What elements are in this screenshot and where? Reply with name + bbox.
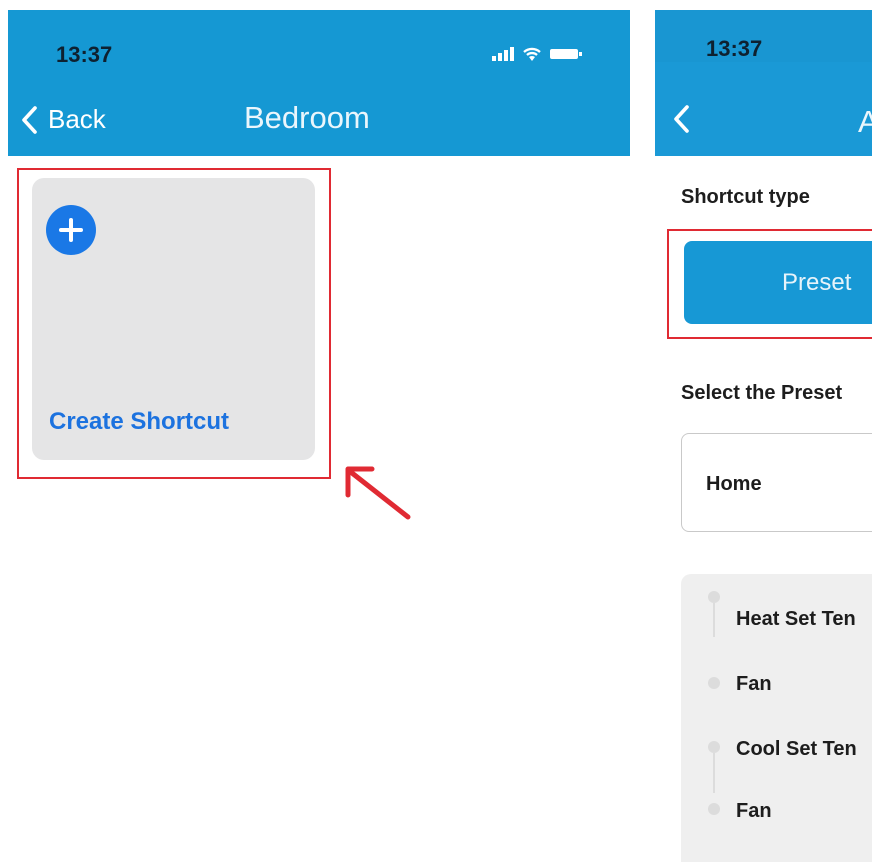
preset-select-value: Home bbox=[706, 473, 762, 495]
timeline-connector bbox=[713, 753, 715, 793]
signal-icon bbox=[492, 47, 514, 61]
back-label: Back bbox=[48, 104, 106, 134]
chevron-left-icon bbox=[674, 105, 689, 133]
right-status-bar bbox=[655, 10, 872, 62]
page-title: A bbox=[858, 104, 872, 139]
page-title: Bedroom bbox=[244, 100, 370, 135]
shortcut-type-label: Shortcut type bbox=[681, 186, 810, 208]
select-preset-label: Select the Preset bbox=[681, 382, 843, 404]
wifi-icon bbox=[523, 47, 541, 61]
highlight-box bbox=[667, 229, 872, 339]
timeline-dot bbox=[708, 677, 720, 689]
timeline-connector bbox=[713, 603, 715, 637]
preset-item: Fan bbox=[736, 800, 772, 822]
status-icons bbox=[492, 46, 582, 62]
preset-item: Fan bbox=[736, 673, 772, 695]
status-time: 13:37 bbox=[706, 36, 763, 61]
battery-icon bbox=[550, 49, 582, 59]
timeline-dot bbox=[708, 803, 720, 815]
timeline-dot bbox=[708, 591, 720, 603]
highlight-box bbox=[17, 168, 331, 479]
timeline-dot bbox=[708, 741, 720, 753]
chevron-left-icon bbox=[22, 105, 37, 134]
back-button[interactable] bbox=[672, 104, 690, 139]
preset-item: Heat Set Ten bbox=[736, 608, 856, 630]
status-time: 13:37 bbox=[56, 42, 113, 67]
back-button[interactable]: Back bbox=[20, 104, 106, 135]
preset-item: Cool Set Ten bbox=[736, 738, 857, 760]
arrow-annotation-icon bbox=[345, 466, 411, 520]
